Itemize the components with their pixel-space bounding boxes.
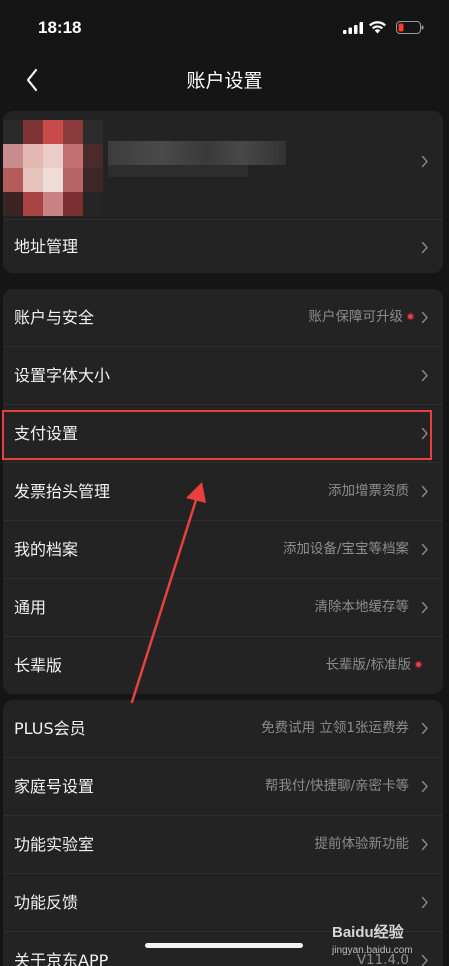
- more-row-label: PLUS会员: [14, 719, 86, 738]
- chevron-right-icon: [421, 369, 428, 382]
- settings-row-label: 通用: [14, 598, 47, 617]
- settings-row-hint: 长辈版/标准版: [325, 637, 421, 694]
- chevron-right-icon: [421, 311, 428, 324]
- chevron-right-icon: [421, 722, 428, 735]
- more-row-label: 功能实验室: [14, 835, 95, 854]
- avatar: [3, 120, 103, 216]
- settings-row-hint: 账户保障可升级: [309, 289, 413, 346]
- chevron-right-icon: [421, 241, 428, 254]
- settings-row-label: 我的档案: [14, 540, 79, 559]
- more-row-family-account[interactable]: 家庭号设置 帮我付/快捷聊/亲密卡等: [3, 758, 443, 816]
- status-time: 18:18: [38, 18, 82, 37]
- profile-card: 地址管理: [3, 111, 443, 273]
- chevron-right-icon: [421, 427, 428, 440]
- settings-row-payment[interactable]: 支付设置: [3, 405, 443, 463]
- chevron-right-icon: [421, 780, 428, 793]
- baidu-watermark: Baidu经验 jingyan.baidu.com: [332, 917, 444, 961]
- settings-row-account-security[interactable]: 账户与安全 账户保障可升级: [3, 289, 443, 347]
- settings-row-my-profile[interactable]: 我的档案 添加设备/宝宝等档案: [3, 521, 443, 579]
- more-row-plus-member[interactable]: PLUS会员 免费试用 立领1张运费券: [3, 700, 443, 758]
- red-dot-badge: [416, 661, 421, 667]
- page-title: 账户设置: [186, 70, 263, 92]
- home-indicator[interactable]: [145, 943, 303, 948]
- more-row-hint: 帮我付/快捷聊/亲密卡等: [264, 778, 409, 794]
- wifi-icon: [369, 21, 386, 34]
- chevron-right-icon: [421, 155, 428, 168]
- settings-row-hint: 添加增票资质: [328, 483, 409, 499]
- more-row-label: 家庭号设置: [14, 777, 95, 796]
- chevron-right-icon: [421, 896, 428, 909]
- settings-row-label: 长辈版: [14, 656, 63, 675]
- settings-row-label: 支付设置: [14, 424, 79, 443]
- username-blurred: [108, 141, 286, 165]
- navigation-bar: 账户设置: [0, 50, 449, 108]
- red-dot-badge: [408, 313, 413, 319]
- settings-row-label: 发票抬头管理: [14, 482, 111, 501]
- settings-row-general[interactable]: 通用 清除本地缓存等: [3, 579, 443, 637]
- signal-icon: [343, 22, 363, 34]
- settings-row-label: 设置字体大小: [14, 366, 111, 385]
- chevron-right-icon: [421, 838, 428, 851]
- settings-row-label: 账户与安全: [14, 308, 95, 327]
- chevron-right-icon: [421, 543, 428, 556]
- more-row-hint: 免费试用 立领1张运费券: [261, 720, 409, 736]
- user-subtitle-blurred: [108, 165, 248, 177]
- settings-row-invoice[interactable]: 发票抬头管理 添加增票资质: [3, 463, 443, 521]
- account-settings-screen: 18:18 账户设置 地址管理 账户与安全 账户保障可升级 设置字体大小 支付设…: [0, 0, 449, 966]
- more-row-feature-lab[interactable]: 功能实验室 提前体验新功能: [3, 816, 443, 874]
- status-bar: 18:18: [0, 0, 449, 50]
- address-management-label: 地址管理: [14, 237, 79, 256]
- profile-header[interactable]: [3, 111, 443, 219]
- settings-row-hint: 添加设备/宝宝等档案: [282, 541, 409, 557]
- settings-card: 账户与安全 账户保障可升级 设置字体大小 支付设置 发票抬头管理 添加增票资质 …: [3, 289, 443, 694]
- chevron-right-icon: [421, 601, 428, 614]
- settings-row-hint: 清除本地缓存等: [314, 599, 410, 615]
- chevron-right-icon: [421, 485, 428, 498]
- settings-row-font-size[interactable]: 设置字体大小: [3, 347, 443, 405]
- watermark-brand: Baidu经验: [332, 924, 404, 941]
- address-management-row[interactable]: 地址管理: [3, 219, 443, 273]
- watermark-site: jingyan.baidu.com: [332, 945, 413, 956]
- more-row-label: 关于京东APP: [14, 951, 109, 966]
- settings-row-elder-mode[interactable]: 长辈版 长辈版/标准版: [3, 637, 443, 694]
- battery-low-icon: [396, 21, 424, 34]
- more-row-label: 功能反馈: [14, 893, 79, 912]
- more-row-hint: 提前体验新功能: [314, 836, 410, 852]
